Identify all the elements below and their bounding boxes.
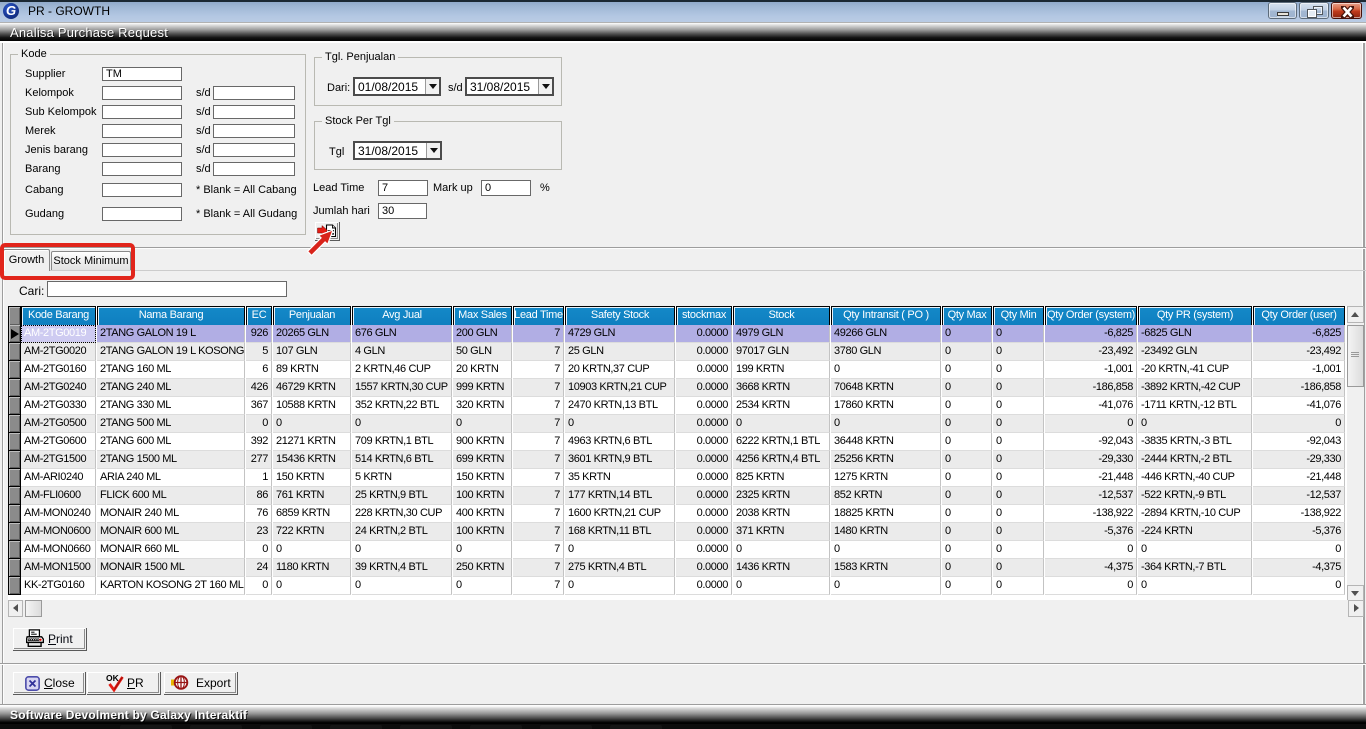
svg-text:OK: OK (106, 673, 120, 683)
